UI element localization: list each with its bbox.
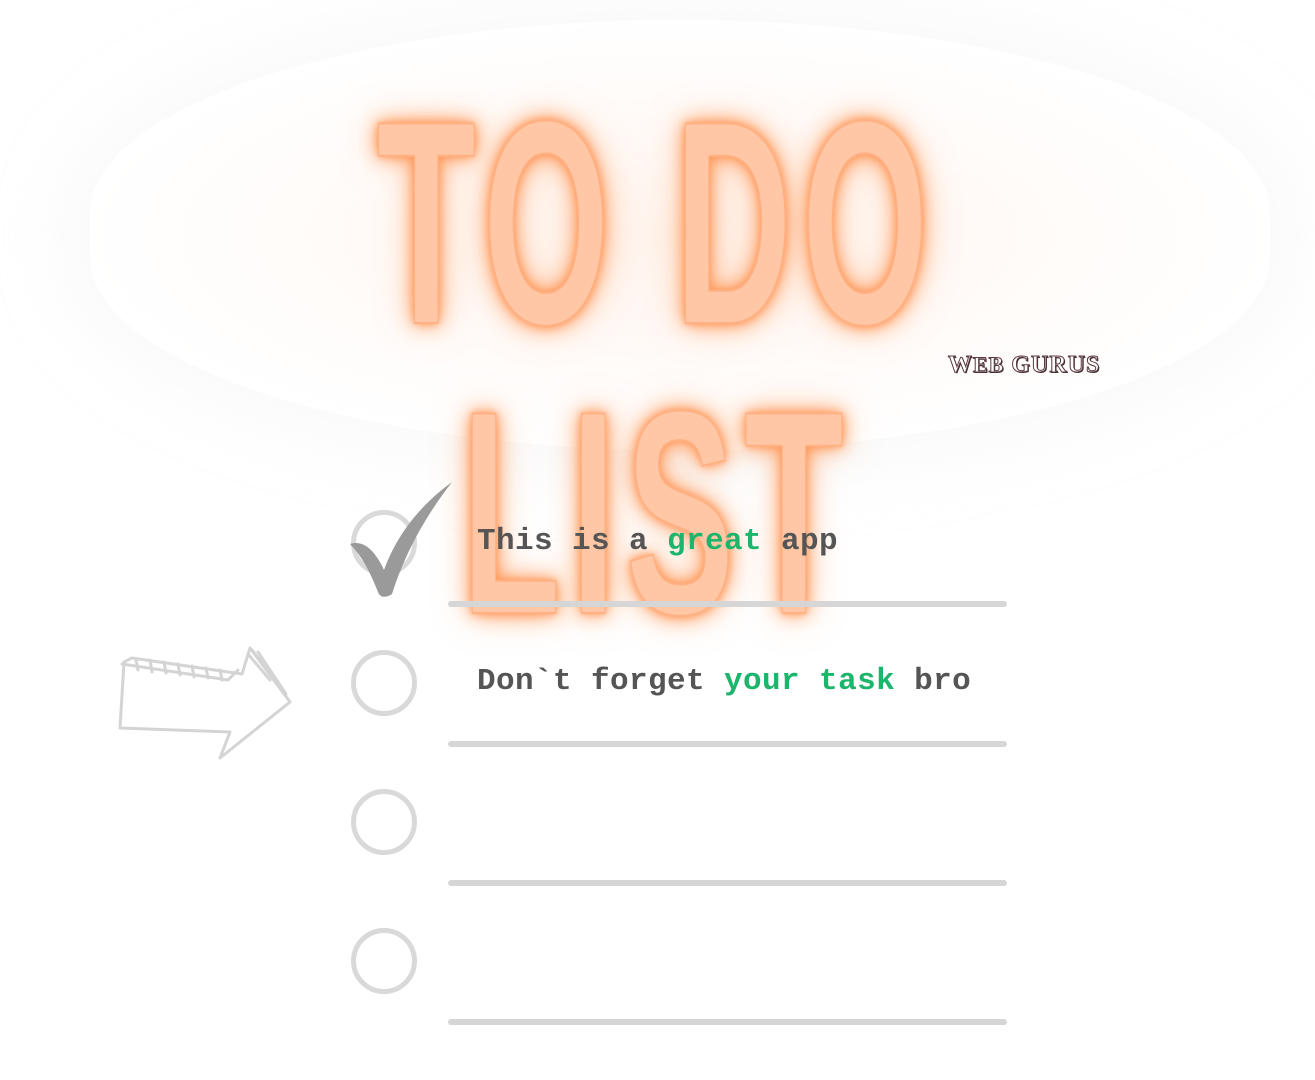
task-text[interactable]: This is a great app (477, 524, 838, 559)
task-underline (448, 1019, 1007, 1025)
arrow-right-icon (118, 646, 292, 760)
brand-logo: WEB GURUS (948, 352, 1100, 379)
check-icon (350, 482, 452, 597)
task-underline (448, 880, 1007, 886)
todo-item: Don`t forget your task bro (348, 630, 1028, 747)
task-text-segment: Don`t forget (477, 664, 725, 699)
task-checkbox[interactable] (351, 789, 417, 855)
task-checkbox[interactable] (351, 928, 417, 994)
task-text-segment: app (762, 524, 839, 559)
todo-item (348, 908, 1028, 1025)
task-text-segment: bro (895, 664, 972, 699)
task-checkbox[interactable] (351, 650, 417, 716)
todo-item: This is a great app (348, 482, 1028, 607)
task-text[interactable]: Don`t forget your task bro (477, 664, 971, 699)
todo-item (348, 769, 1028, 886)
task-underline (448, 741, 1007, 747)
task-underline (448, 601, 1007, 607)
brand-text-gurus: GURUS (1011, 352, 1101, 379)
task-text-segment: This is a (477, 524, 668, 559)
brand-text-eb: EB (972, 352, 1005, 378)
task-text-highlight: your task (724, 664, 896, 699)
task-text-highlight: great (667, 524, 763, 559)
brand-text-w: W (948, 352, 973, 379)
